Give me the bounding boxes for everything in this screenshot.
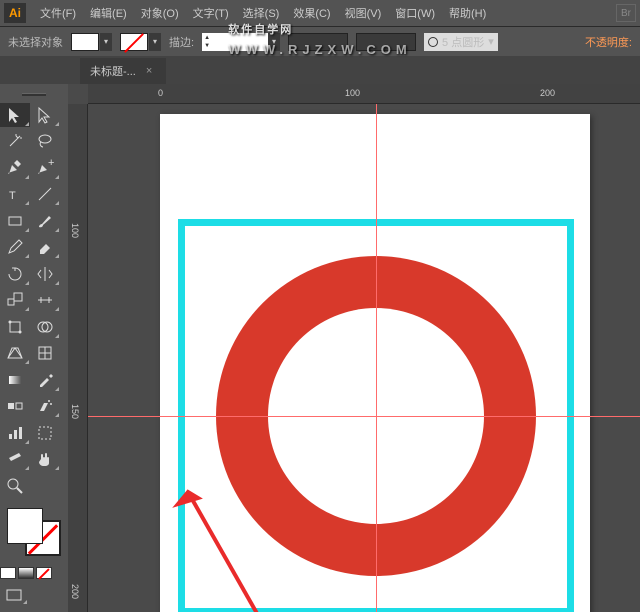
profile-dot-icon [428, 37, 438, 47]
perspective-tool[interactable] [0, 341, 30, 365]
slice-tool[interactable] [0, 447, 30, 471]
symbol-sprayer-tool[interactable] [30, 394, 60, 418]
stroke-weight-input[interactable]: ▲▼ ▾ [202, 33, 280, 51]
ruler-vertical[interactable]: 100150200250 [68, 104, 88, 612]
stroke-weight-field[interactable] [212, 34, 268, 50]
stroke-label: 描边: [169, 34, 194, 50]
menu-select[interactable]: 选择(S) [237, 2, 286, 24]
menu-type[interactable]: 文字(T) [187, 2, 235, 24]
canvas-viewport: 0100200 100150200250 [68, 84, 640, 612]
svg-text:+: + [48, 159, 54, 169]
tab-title: 未标题-... [90, 63, 136, 79]
style-dropdown[interactable] [356, 33, 416, 51]
rectangle-tool[interactable] [0, 209, 30, 233]
add-anchor-tool[interactable]: + [30, 156, 60, 180]
fill-stroke-control[interactable] [5, 506, 63, 558]
step-up-icon[interactable]: ▲ [202, 34, 212, 42]
color-mode-row [0, 567, 52, 582]
guide-vertical[interactable] [376, 104, 377, 612]
free-transform-tool[interactable] [0, 315, 30, 339]
tab-bar: 未标题-... × [0, 56, 640, 84]
artboard-tool[interactable] [30, 421, 60, 445]
menu-window[interactable]: 窗口(W) [389, 2, 441, 24]
direct-selection-tool[interactable] [30, 103, 60, 127]
graph-tool[interactable] [0, 421, 30, 445]
blend-tool[interactable] [0, 394, 30, 418]
fill-swatch[interactable] [71, 33, 99, 51]
selection-tool[interactable] [0, 103, 30, 127]
lasso-tool[interactable] [30, 129, 60, 153]
paintbrush-tool[interactable] [30, 209, 60, 233]
type-tool[interactable]: T [0, 182, 30, 206]
close-icon[interactable]: × [146, 65, 152, 77]
magic-wand-tool[interactable] [0, 129, 30, 153]
workspace: + T [0, 84, 640, 612]
stroke-weight-dropdown-icon[interactable]: ▾ [268, 33, 280, 51]
menu-bar: Ai 文件(F) 编辑(E) 对象(O) 文字(T) 选择(S) 效果(C) 视… [0, 0, 640, 26]
color-mode-none[interactable] [36, 567, 52, 579]
eyedropper-tool[interactable] [30, 368, 60, 392]
eraser-tool[interactable] [30, 235, 60, 259]
guide-horizontal[interactable] [88, 416, 640, 417]
rotate-tool[interactable] [0, 262, 30, 286]
document-tab[interactable]: 未标题-... × [80, 58, 166, 84]
menu-object[interactable]: 对象(O) [135, 2, 185, 24]
fill-color-box[interactable] [7, 508, 43, 544]
menu-view[interactable]: 视图(V) [339, 2, 388, 24]
color-mode-solid[interactable] [0, 567, 16, 579]
ruler-horizontal[interactable]: 0100200 [88, 84, 640, 104]
canvas-area[interactable] [88, 104, 640, 612]
profile-dropdown-icon[interactable]: ▾ [488, 35, 494, 48]
fill-swatch-group[interactable]: ▾ [71, 33, 112, 51]
scale-tool[interactable] [0, 288, 30, 312]
screen-mode-button[interactable] [0, 585, 28, 605]
app-logo: Ai [4, 3, 26, 23]
profile-value: 5 点圆形 [442, 34, 484, 50]
width-tool[interactable] [30, 288, 60, 312]
gradient-tool[interactable] [0, 368, 30, 392]
pen-tool[interactable] [0, 156, 30, 180]
panel-grip[interactable] [4, 90, 64, 98]
stroke-swatch-group[interactable]: ▾ [120, 33, 161, 51]
profile-dropdown[interactable]: 5 点圆形 ▾ [424, 33, 498, 51]
mesh-tool[interactable] [30, 341, 60, 365]
menu-edit[interactable]: 编辑(E) [84, 2, 133, 24]
brush-dropdown[interactable] [288, 33, 348, 51]
menu-file[interactable]: 文件(F) [34, 2, 82, 24]
step-down-icon[interactable]: ▼ [202, 42, 212, 50]
hand-tool[interactable] [30, 447, 60, 471]
screen-mode-row [0, 585, 28, 608]
reflect-tool[interactable] [30, 262, 60, 286]
fill-dropdown-icon[interactable]: ▾ [100, 33, 112, 51]
annotation-arrow [148, 474, 288, 612]
stroke-dropdown-icon[interactable]: ▾ [149, 33, 161, 51]
menu-effect[interactable]: 效果(C) [287, 2, 336, 24]
pencil-tool[interactable] [0, 235, 30, 259]
line-tool[interactable] [30, 182, 60, 206]
control-bar: 未选择对象 ▾ ▾ 描边: ▲▼ ▾ 5 点圆形 ▾ 不透明度: [0, 26, 640, 56]
svg-text:T: T [9, 190, 16, 202]
opacity-label: 不透明度: [585, 34, 632, 50]
stroke-swatch[interactable] [120, 33, 148, 51]
menu-help[interactable]: 帮助(H) [443, 2, 492, 24]
color-mode-gradient[interactable] [18, 567, 34, 579]
tools-panel: + T [0, 84, 68, 612]
bridge-icon[interactable]: Br [616, 4, 636, 22]
zoom-tool[interactable] [0, 474, 30, 498]
shape-builder-tool[interactable] [30, 315, 60, 339]
selection-status: 未选择对象 [8, 34, 63, 50]
